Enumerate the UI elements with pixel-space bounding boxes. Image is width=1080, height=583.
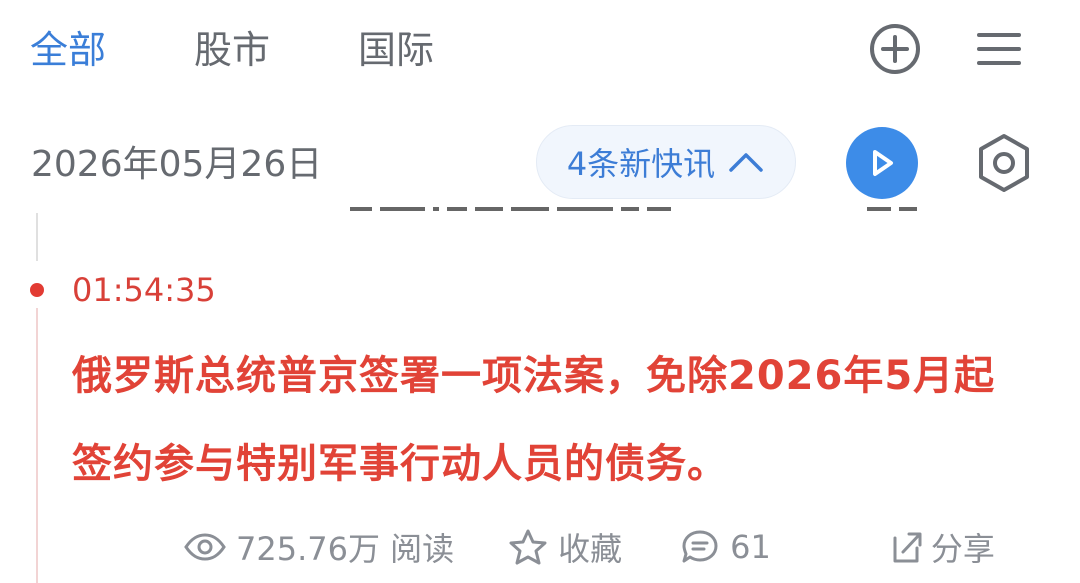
plus-circle-icon	[870, 24, 920, 74]
settings-button[interactable]	[968, 127, 1040, 199]
news-headline[interactable]: 俄罗斯总统普京签署一项法案，免除2026年5月起签约参与特别军事行动人员的债务。	[72, 332, 1032, 508]
timeline-line-active	[36, 308, 38, 583]
comment-icon	[682, 530, 718, 563]
chevron-up-icon	[729, 153, 763, 172]
star-icon	[509, 529, 547, 565]
play-icon	[873, 150, 893, 176]
tab-stock-market[interactable]: 股市	[194, 22, 270, 78]
tab-all[interactable]: 全部	[30, 22, 106, 78]
share-icon	[893, 532, 922, 563]
date-label: 2026年05月26日	[31, 144, 323, 185]
news-actions: 725.76万 阅读 收藏 61 分享	[184, 520, 999, 574]
views-count: 725.76万 阅读	[184, 524, 454, 570]
share-label: 分享	[930, 530, 995, 568]
menu-button[interactable]	[970, 20, 1028, 78]
clipped-previous-item	[350, 207, 1020, 215]
timeline-dot	[30, 283, 44, 297]
comments-count: 61	[730, 528, 771, 566]
timeline-line	[36, 213, 38, 261]
new-flash-news-button[interactable]: 4条新快讯	[536, 125, 796, 199]
news-time: 01:54:35	[72, 271, 216, 309]
favorite-label: 收藏	[558, 530, 623, 568]
hamburger-menu-icon	[977, 33, 1021, 65]
share-button[interactable]: 分享	[889, 520, 999, 574]
eye-icon	[184, 533, 226, 561]
comments-button[interactable]: 61	[680, 528, 771, 566]
new-flash-count-label: 4条新快讯	[566, 145, 716, 183]
add-channel-button[interactable]	[866, 20, 924, 78]
settings-hexagon-icon	[979, 134, 1029, 192]
tab-international[interactable]: 国际	[358, 22, 434, 78]
top-tabs: 全部 股市 国际	[30, 22, 522, 78]
favorite-button[interactable]: 收藏	[508, 524, 622, 570]
play-button[interactable]	[846, 127, 918, 199]
top-actions	[866, 20, 1028, 78]
views-label: 725.76万 阅读	[236, 530, 455, 568]
